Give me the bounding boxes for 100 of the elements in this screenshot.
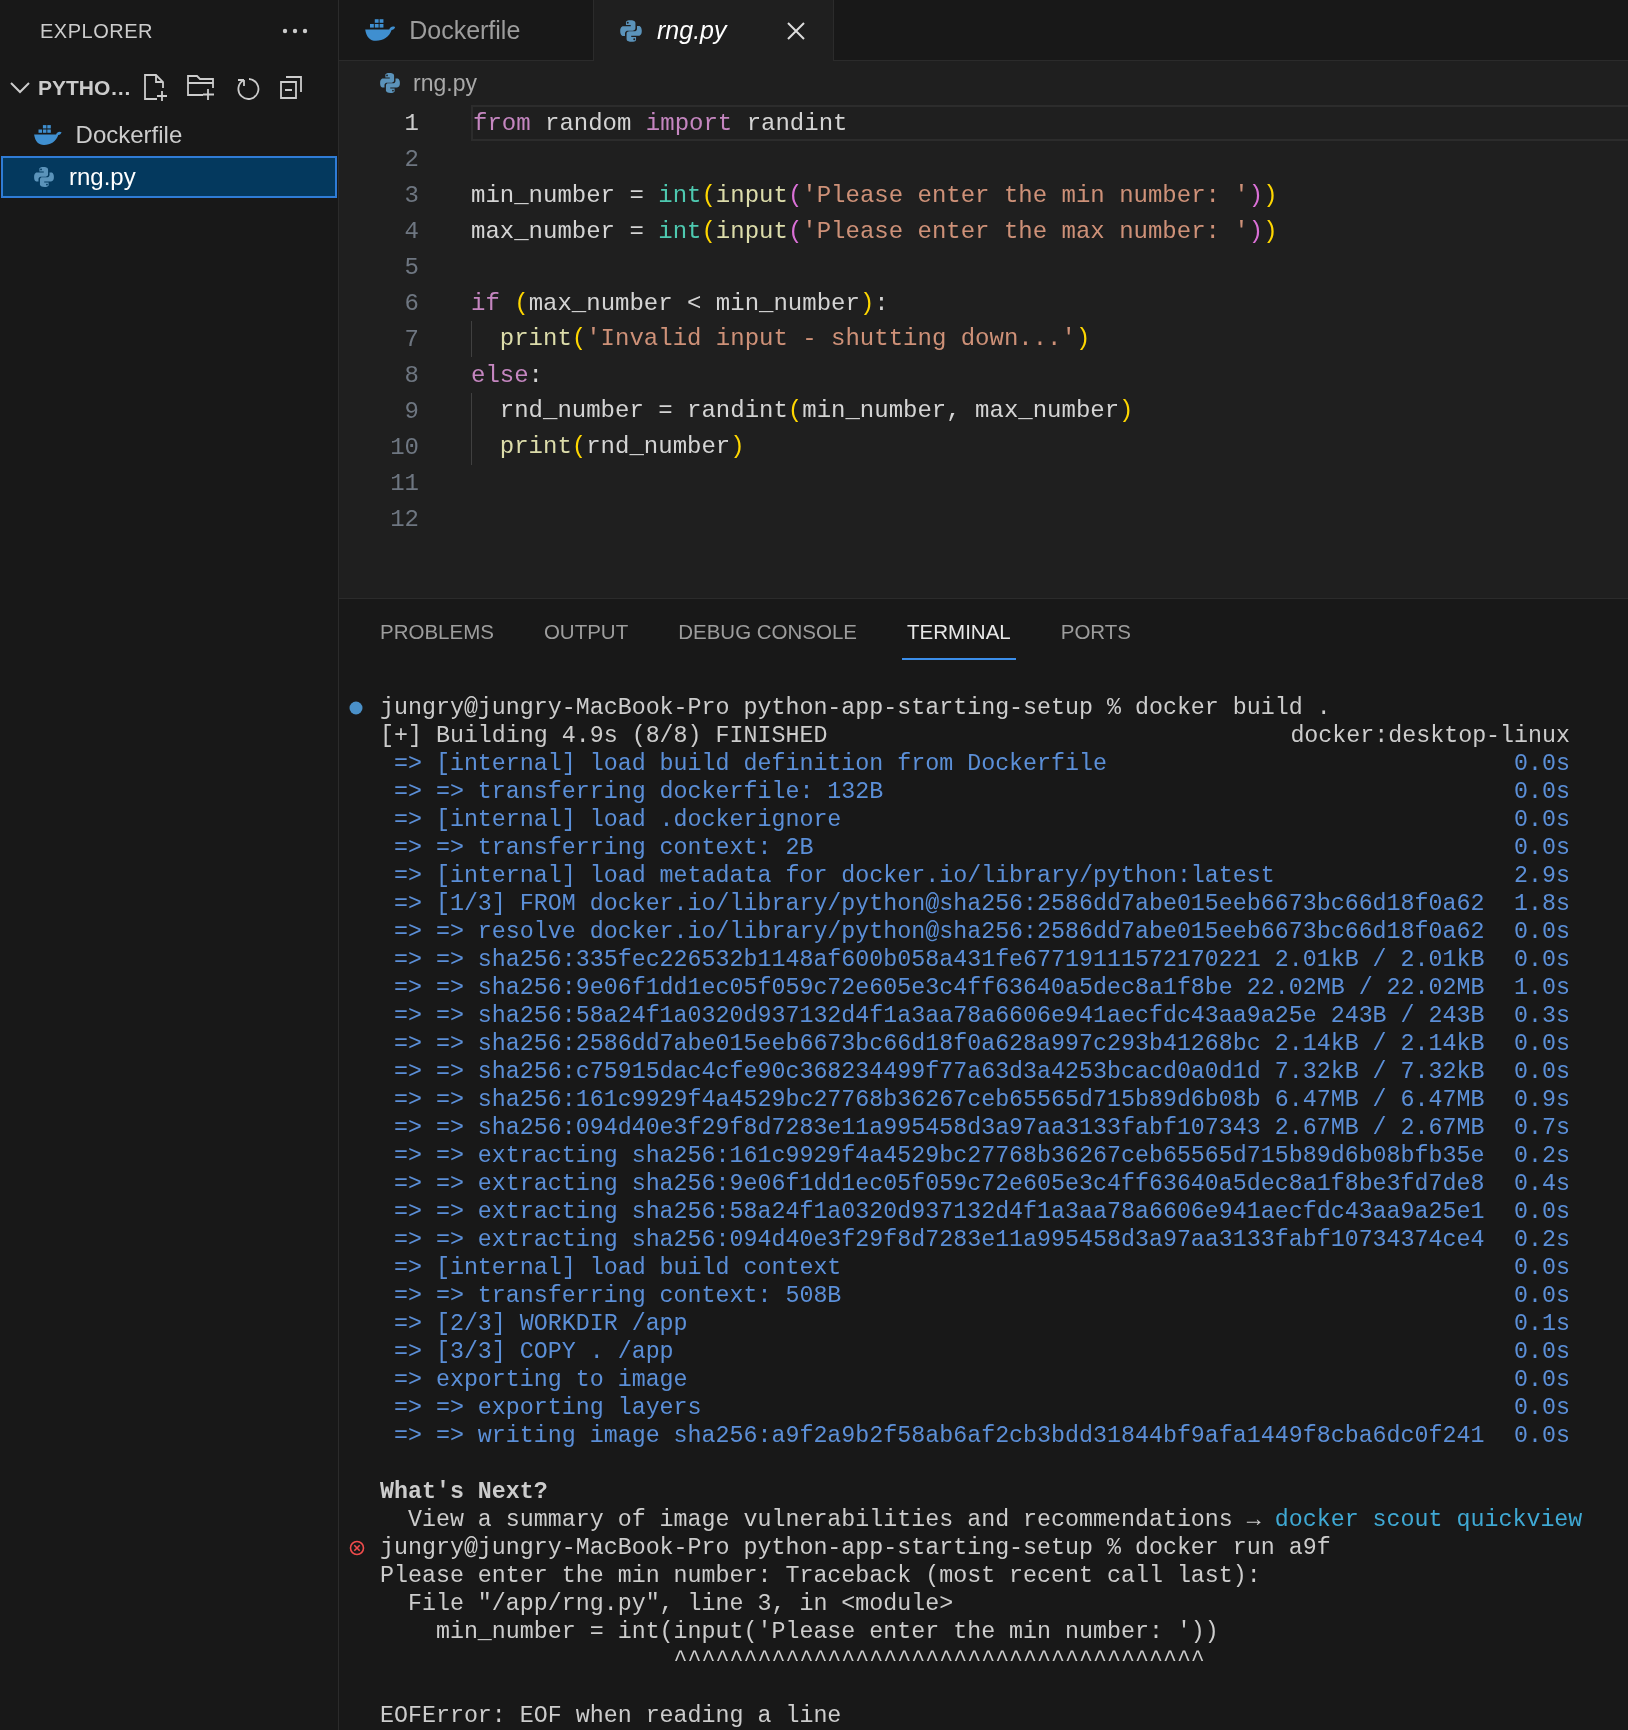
step-time: 0.7s [1514, 1114, 1570, 1142]
line-number: 4 [403, 217, 419, 245]
code-line: if (max_number < min_number): [471, 289, 889, 317]
step-time: 0.0s [1514, 778, 1570, 806]
code-line: rnd_number = randint(min_number, max_number) [471, 393, 1134, 430]
step-time: 0.1s [1514, 1310, 1570, 1338]
line-number: 1 [403, 109, 419, 137]
terminal-line: jungry@jungry-MacBook-Pro python-app-starting-setup % docker build . [380, 694, 1331, 722]
terminal-line: => => resolve docker.io/library/python@sha256:2586dd7abe015eeb6673bc66d18f0a62 [392, 918, 1485, 946]
terminal-line: => => writing image sha256:a9f2a9b2f58ab6af2cb3bdd31844bf9afa1449f8cba6dc0f241 [392, 1422, 1485, 1450]
file-type-icon [33, 166, 55, 188]
error-icon [349, 1540, 365, 1556]
terminal-line: => => sha256:094d40e3f29f8d7283e11a995458d3a97aa3133fabf107343 2.67MB / 2.67MB [392, 1114, 1485, 1142]
terminal-line: => => transferring dockerfile: 132B [392, 778, 884, 806]
terminal-line: => exporting to image [392, 1366, 688, 1394]
step-time: 1.0s [1514, 974, 1570, 1002]
terminal-line: => [internal] load build context [392, 1254, 842, 1282]
sidebar-title: EXPLORER [40, 19, 153, 43]
step-time: 0.0s [1514, 1254, 1570, 1282]
terminal-line: => => sha256:58a24f1a0320d937132d4f1a3aa78a6606e941aecfdc43aa9a25e 243B / 243B [392, 1002, 1485, 1030]
more-icon[interactable] [282, 28, 308, 34]
step-time: 0.0s [1514, 1422, 1570, 1450]
file-item[interactable]: rng.py [1, 156, 337, 198]
line-number: 5 [403, 253, 419, 281]
terminal-line: => => transferring context: 2B [392, 834, 814, 862]
file-type-icon [379, 72, 401, 95]
step-time: 0.2s [1514, 1226, 1570, 1254]
code-line: print('Invalid input - shutting down...') [471, 321, 1091, 358]
breadcrumb[interactable]: rng.py [413, 69, 477, 97]
terminal-line: => => extracting sha256:094d40e3f29f8d7283e11a995458d3a97aa3133fabf10734374ce4 [392, 1226, 1485, 1254]
step-time: 0.0s [1514, 1198, 1570, 1226]
refresh-icon[interactable] [235, 75, 262, 101]
terminal-line: min_number = int(input('Please enter the min number: ')) [434, 1618, 1219, 1646]
whale-icon [364, 18, 396, 43]
code-line: else: [471, 361, 543, 389]
terminal-line: => [internal] load .dockerignore [392, 806, 842, 834]
panel-tab[interactable]: PORTS [1055, 599, 1136, 660]
step-time: 0.0s [1514, 1366, 1570, 1394]
terminal-line: => => sha256:161c9929f4a4529bc27768b36267ceb65565d715b89d6b08b 6.47MB / 6.47MB [392, 1086, 1485, 1114]
line-number: 7 [403, 325, 419, 353]
terminal-line: => => sha256:335fec226532b1148af600b058a431fe67719111572170221 2.01kB / 2.01kB [392, 946, 1485, 974]
new-file-icon[interactable] [143, 74, 170, 102]
terminal-line: docker:desktop-linux [1290, 722, 1570, 750]
line-number: 3 [403, 181, 419, 209]
line-number: 10 [389, 433, 419, 461]
panel-tab[interactable]: TERMINAL [902, 599, 1016, 660]
line-number: 9 [403, 397, 419, 425]
close-icon[interactable] [787, 21, 805, 40]
code-line: from random import randint [471, 105, 1628, 142]
step-time: 0.3s [1514, 1002, 1570, 1030]
code-line: max_number = int(input('Please enter the max number: ')) [471, 217, 1278, 245]
step-time: 0.0s [1514, 750, 1570, 778]
terminal-line: => [internal] load metadata for docker.io/library/python:latest [392, 862, 1275, 890]
terminal-line: => => exporting layers [392, 1394, 702, 1422]
terminal-line: => [1/3] FROM docker.io/library/python@sha256:2586dd7abe015eeb6673bc66d18f0a62 [392, 890, 1485, 918]
step-time: 0.0s [1514, 1030, 1570, 1058]
panel-tab[interactable]: DEBUG CONSOLE [673, 599, 863, 660]
line-number: 12 [389, 505, 419, 533]
step-time: 0.0s [1514, 834, 1570, 862]
step-time: 0.0s [1514, 946, 1570, 974]
status-dot [349, 701, 363, 715]
step-time: 0.0s [1514, 918, 1570, 946]
step-time: 0.0s [1514, 1058, 1570, 1086]
terminal-line: => => extracting sha256:58a24f1a0320d937132d4f1a3aa78a6606e941aecfdc43aa9a25e1 [392, 1198, 1485, 1226]
step-time: 0.0s [1514, 1282, 1570, 1310]
file-type-icon [619, 18, 643, 43]
terminal-line: => => sha256:9e06f1dd1ec05f059c72e605e3c4ff63640a5dec8a1f8be 22.02MB / 22.02MB [392, 974, 1485, 1002]
terminal-link[interactable]: docker scout quickview [1274, 1506, 1583, 1534]
step-time: 0.2s [1514, 1142, 1570, 1170]
terminal-line: => => sha256:c75915dac4cfe90c368234499f77a63d3a4253bcacd0a0d1d 7.32kB / 7.32kB [392, 1058, 1485, 1086]
terminal-line: => [internal] load build definition from Dockerfile [392, 750, 1107, 778]
terminal-line: => => sha256:2586dd7abe015eeb6673bc66d18f0a628a997c293b41268bc 2.14kB / 2.14kB [392, 1030, 1485, 1058]
step-time: 0.0s [1514, 1338, 1570, 1366]
terminal-line: File "/app/rng.py", line 3, in <module> [406, 1590, 954, 1618]
line-number: 6 [403, 289, 419, 317]
file-item[interactable]: Dockerfile [1, 114, 337, 156]
terminal-line: => => extracting sha256:9e06f1dd1ec05f059c72e605e3c4ff63640a5dec8a1f8be3fd7de8 [392, 1170, 1485, 1198]
line-number: 8 [403, 361, 419, 389]
folder-name[interactable]: PYTHO… [38, 76, 132, 100]
terminal-line: => => extracting sha256:161c9929f4a4529bc27768b36267ceb65565d715b89d6b08bfb35e [392, 1142, 1485, 1170]
whale-icon [33, 124, 62, 146]
code-line: min_number = int(input('Please enter the min number: ')) [471, 181, 1278, 209]
terminal-line: [+] Building 4.9s (8/8) FINISHED [380, 722, 828, 750]
terminal-line: => => transferring context: 508B [392, 1282, 842, 1310]
step-time: 1.8s [1514, 890, 1570, 918]
terminal-line: => [2/3] WORKDIR /app [392, 1310, 688, 1338]
panel-tab[interactable]: OUTPUT [538, 599, 634, 660]
line-number: 11 [389, 469, 419, 497]
step-time: 2.9s [1514, 862, 1570, 890]
editor-tab[interactable]: rng.py [594, 0, 834, 62]
terminal-line: jungry@jungry-MacBook-Pro python-app-starting-setup % docker run a9f [380, 1534, 1331, 1562]
terminal-line: View a summary of image vulnerabilities and recommendations → [406, 1506, 1262, 1534]
chevron-icon[interactable] [10, 82, 30, 94]
panel-tab[interactable]: PROBLEMS [375, 599, 499, 660]
step-time: 0.9s [1514, 1086, 1570, 1114]
step-time: 0.0s [1514, 1394, 1570, 1422]
step-time: 0.4s [1514, 1170, 1570, 1198]
line-number: 2 [403, 145, 419, 173]
terminal-line: ^^^^^^^^^^^^^^^^^^^^^^^^^^^^^^^^^^^^^^ [672, 1646, 1205, 1674]
collapse-icon[interactable] [279, 76, 304, 100]
